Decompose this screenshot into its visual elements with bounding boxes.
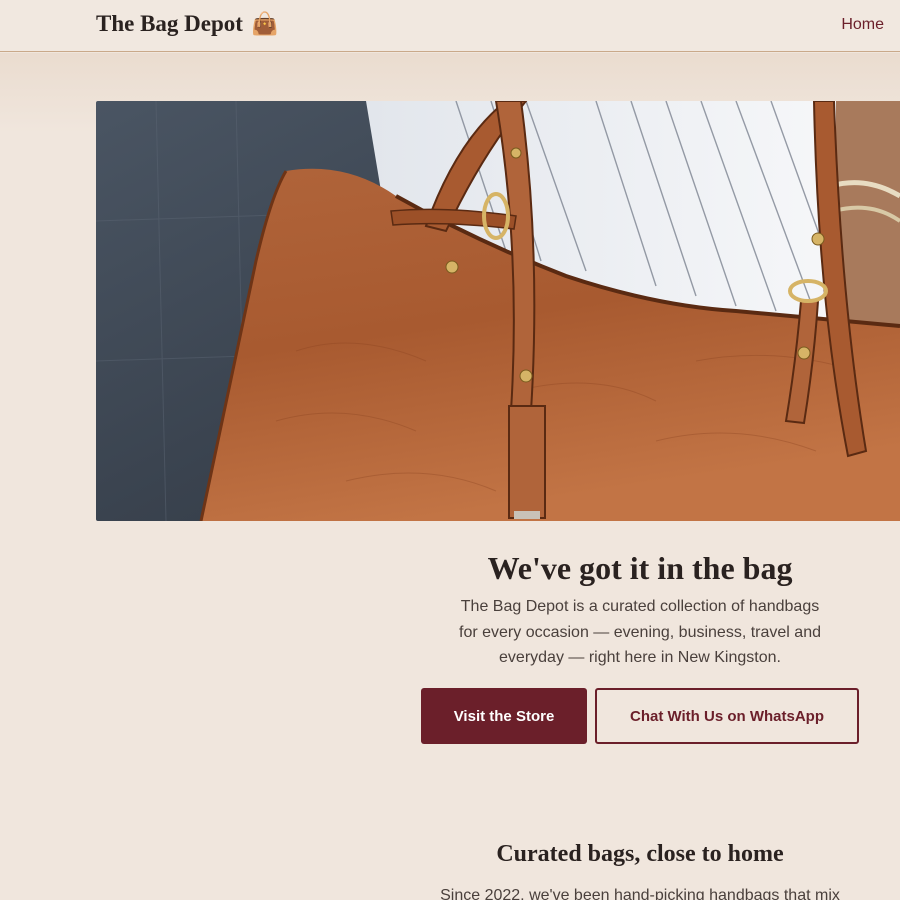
hero-actions: Visit the Store Chat With Us on WhatsApp — [421, 688, 859, 744]
about-title: Curated bags, close to home — [496, 841, 784, 867]
about-body: Since 2022, we've been hand-picking hand… — [440, 887, 840, 900]
nav-link-home[interactable]: Home — [841, 16, 884, 34]
handbag-icon: 👜 — [250, 11, 279, 36]
visit-store-button[interactable]: Visit the Store — [421, 688, 587, 744]
hero-section: We've got it in the bag The Bag Depot is… — [420, 548, 860, 671]
hero-title: We've got it in the bag — [487, 550, 793, 586]
top-navbar: The Bag Depot 👜 Home — [0, 0, 900, 52]
about-section: Curated bags, close to home Since 2022, … — [420, 838, 860, 900]
brand-logo[interactable]: The Bag Depot 👜 — [96, 11, 278, 37]
brand-name: The Bag Depot — [96, 11, 243, 36]
hero-description: The Bag Depot is a curated collection of… — [459, 598, 821, 666]
whatsapp-chat-button[interactable]: Chat With Us on WhatsApp — [595, 688, 859, 744]
hero-image — [96, 101, 900, 521]
